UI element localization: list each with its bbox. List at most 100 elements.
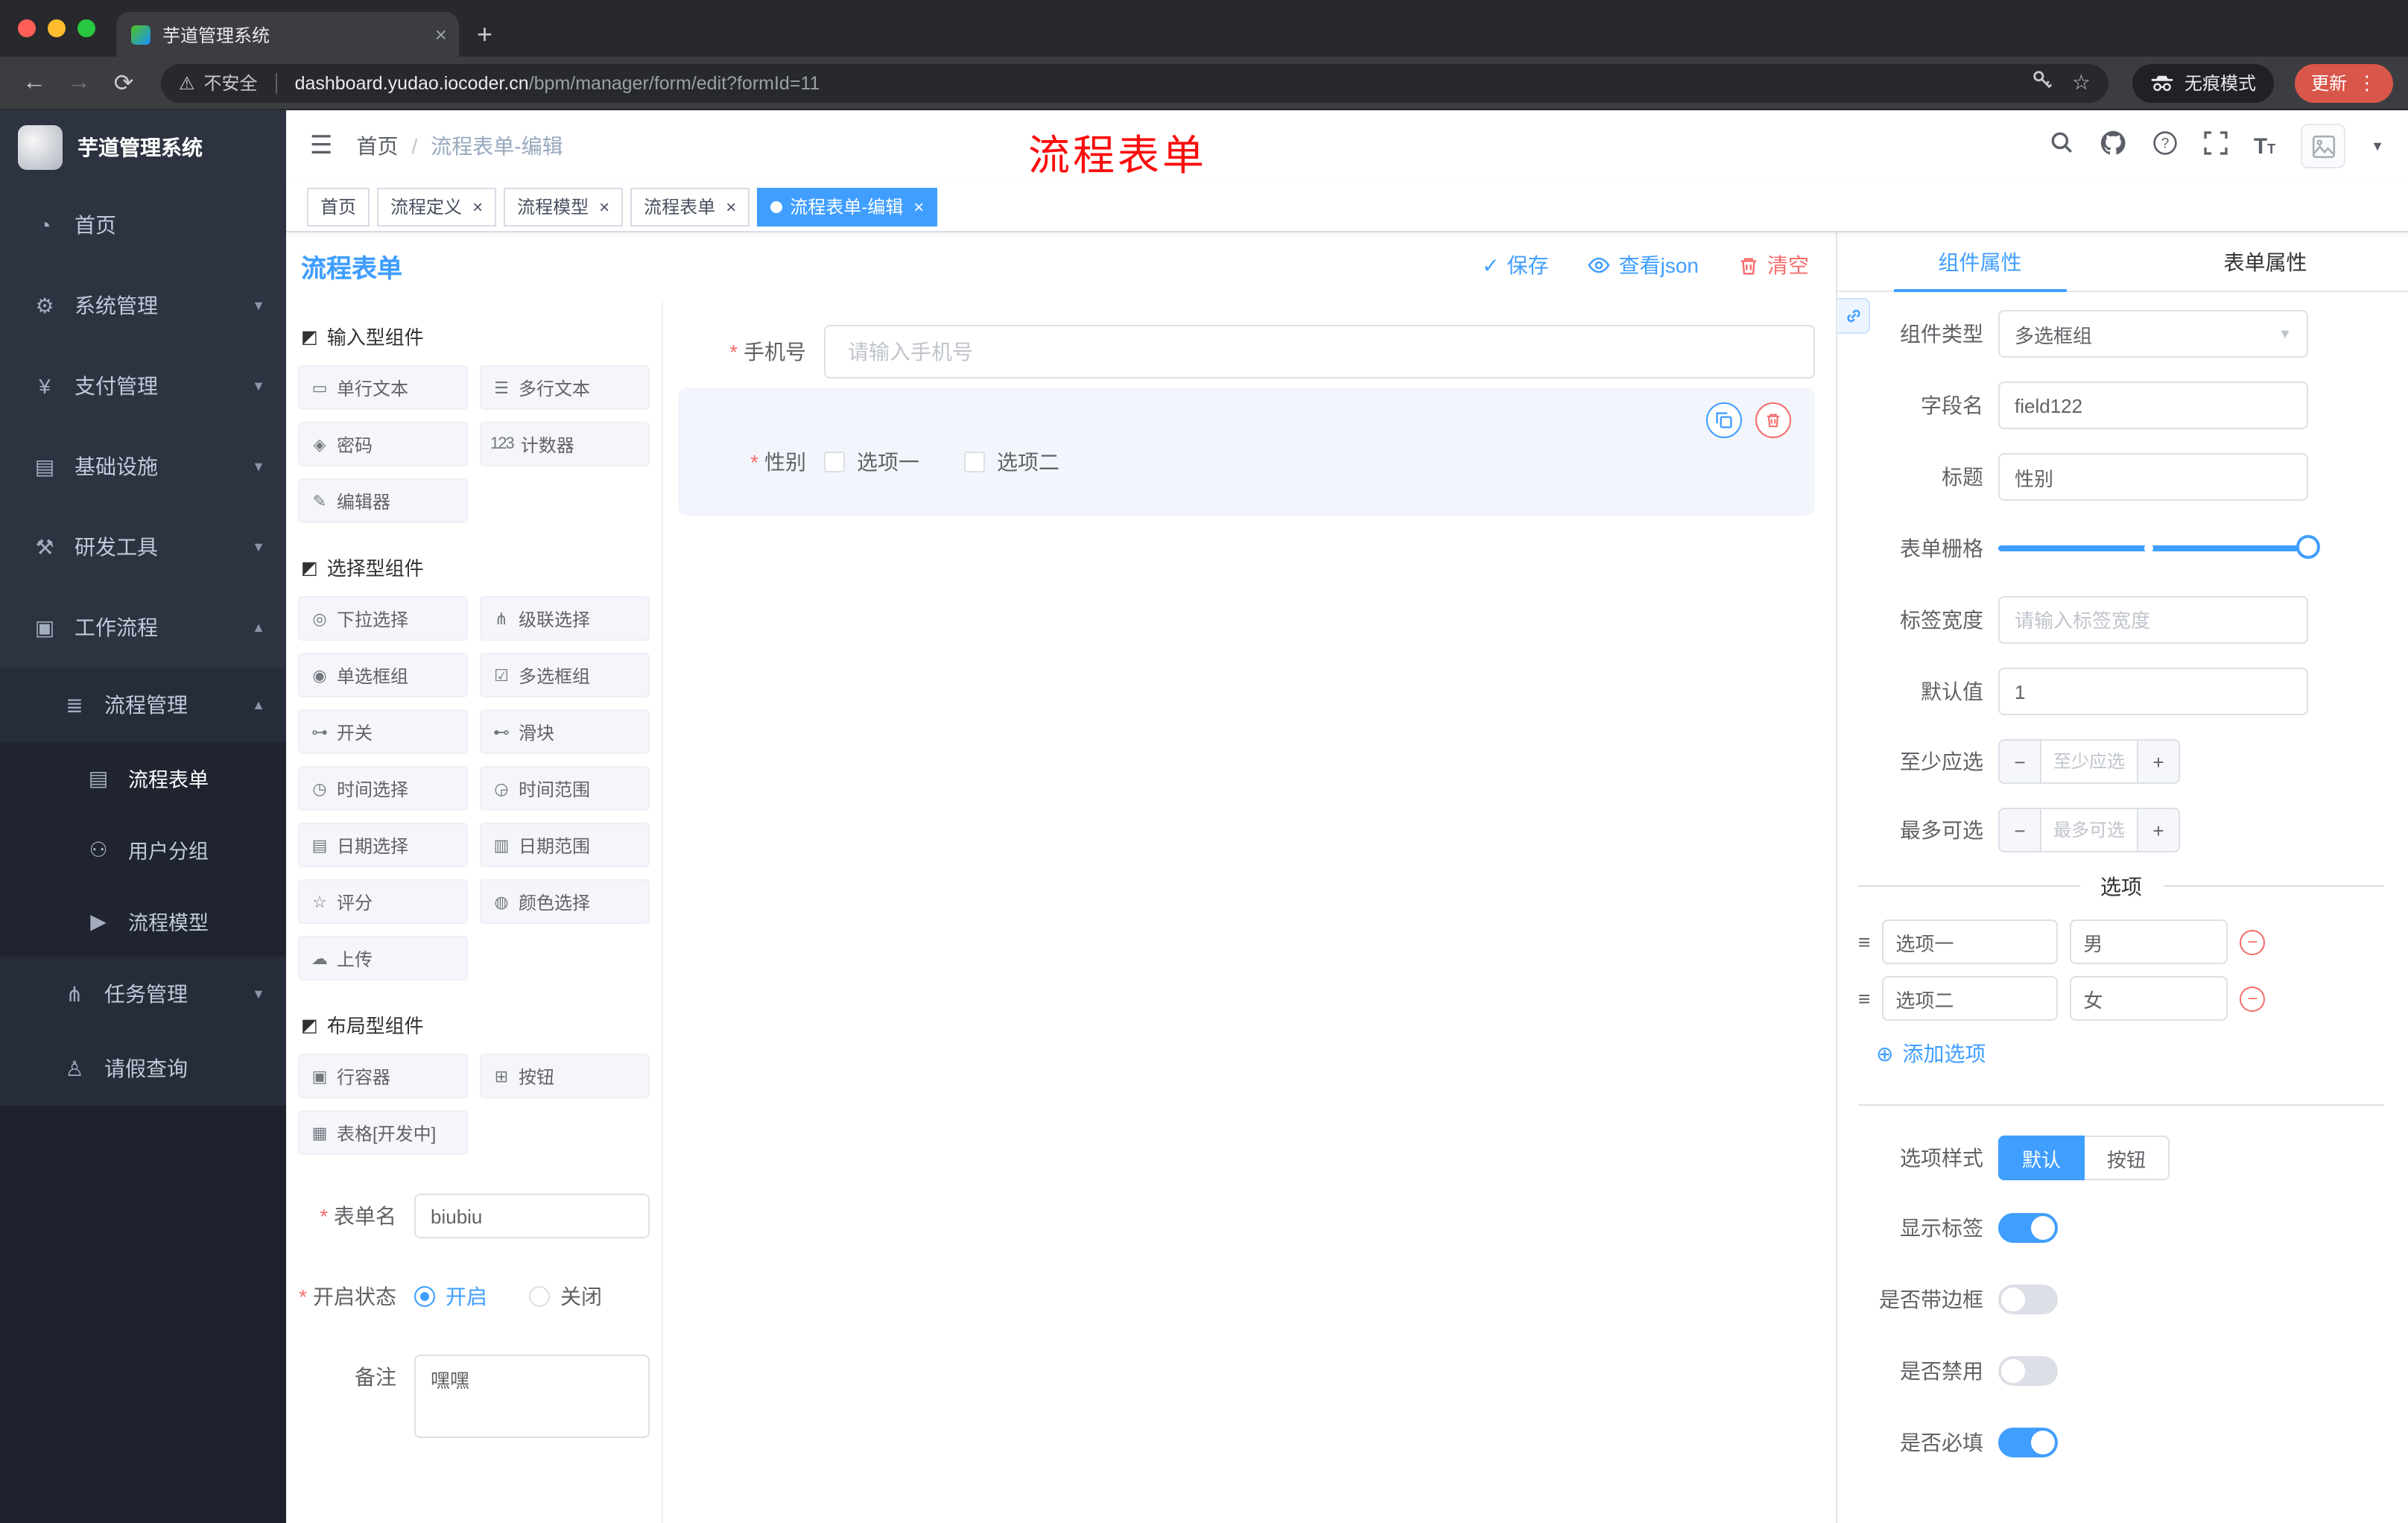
option-value-input[interactable] — [2070, 976, 2228, 1021]
tab-component-props[interactable]: 组件属性 — [1837, 232, 2123, 292]
browser-tab[interactable]: 芋道管理系统 × — [116, 12, 459, 57]
form-canvas[interactable]: 手机号 性别 选项一 — [663, 298, 1836, 1523]
palette-item-table[interactable]: ▦ 表格[开发中] — [298, 1110, 468, 1155]
palette-item-editor[interactable]: ✎ 编辑器 — [298, 478, 468, 523]
reload-icon[interactable]: ⟳ — [104, 68, 143, 98]
palette-item-upload[interactable]: ☁ 上传 — [298, 936, 468, 981]
max-select-input[interactable] — [2041, 809, 2137, 851]
tag-process-form-edit[interactable]: 流程表单-编辑 × — [757, 187, 938, 226]
tag-process-form[interactable]: 流程表单 × — [630, 187, 750, 226]
url-bar[interactable]: ⚠ 不安全 dashboard.yudao.iocoder.cn/bpm/man… — [161, 63, 2108, 102]
option-name-input[interactable] — [1882, 976, 2059, 1021]
palette-item-password[interactable]: ◈ 密码 — [298, 422, 468, 466]
tab-form-props[interactable]: 表单属性 — [2123, 232, 2408, 291]
sidebar-item-task-mgmt[interactable]: ⋔ 任务管理 ▼ — [0, 957, 286, 1031]
copy-item-button[interactable] — [1706, 402, 1742, 438]
palette-item-radio-group[interactable]: ◉ 单选框组 — [298, 653, 468, 697]
radio-open[interactable]: 开启 — [414, 1282, 487, 1311]
palette-item-color-picker[interactable]: ◍ 颜色选择 — [480, 879, 650, 924]
phone-input[interactable] — [824, 325, 1815, 379]
tab-close-icon[interactable]: × — [435, 24, 447, 45]
zoom-window-button[interactable] — [77, 19, 95, 37]
delete-item-button[interactable] — [1755, 402, 1791, 438]
show-label-switch[interactable] — [1998, 1213, 2058, 1243]
form-grid-slider[interactable] — [1998, 525, 2320, 572]
option-value-input[interactable] — [2070, 919, 2228, 964]
tag-process-definition[interactable]: 流程定义 × — [377, 187, 497, 226]
font-size-icon[interactable]: TT — [2254, 133, 2275, 159]
palette-item-date-picker[interactable]: ▤ 日期选择 — [298, 823, 468, 867]
avatar[interactable] — [2301, 124, 2346, 168]
sidebar-item-workflow[interactable]: ▣ 工作流程 ▲ — [0, 587, 286, 668]
palette-item-multi-line-text[interactable]: ☰ 多行文本 — [480, 365, 650, 410]
checkbox-option-2[interactable]: 选项二 — [964, 447, 1059, 477]
link-tag-icon[interactable] — [1837, 298, 1870, 334]
palette-item-rate[interactable]: ☆ 评分 — [298, 879, 468, 924]
help-icon[interactable]: ? — [2152, 129, 2179, 163]
drag-handle-icon[interactable]: ≡ — [1858, 930, 1870, 954]
component-type-select[interactable]: 多选框组 ▼ — [1998, 310, 2308, 358]
palette-item-checkbox-group[interactable]: ☑ 多选框组 — [480, 653, 650, 697]
palette-item-select[interactable]: ◎ 下拉选择 — [298, 596, 468, 641]
tag-process-model[interactable]: 流程模型 × — [504, 187, 624, 226]
canvas-field-phone[interactable]: 手机号 — [678, 325, 1815, 379]
password-key-icon[interactable] — [2032, 68, 2054, 98]
sidebar-item-process-form[interactable]: ▤ 流程表单 — [0, 742, 286, 814]
save-button[interactable]: ✓ 保存 — [1482, 250, 1548, 280]
palette-item-cascader[interactable]: ⋔ 级联选择 — [480, 596, 650, 641]
sidebar-item-payment-mgmt[interactable]: ¥ 支付管理 ▼ — [0, 346, 286, 426]
sidebar-item-leave-query[interactable]: ♙ 请假查询 — [0, 1031, 286, 1106]
sidebar-item-process-model[interactable]: ▶ 流程模型 — [0, 885, 286, 957]
minimize-window-button[interactable] — [48, 19, 66, 37]
slider-handle[interactable] — [2296, 535, 2320, 559]
label-width-input[interactable] — [1998, 596, 2308, 644]
tag-close-icon[interactable]: × — [599, 196, 609, 217]
back-icon[interactable]: ← — [15, 69, 54, 96]
add-option-button[interactable]: ⊕ 添加选项 — [1876, 1039, 2408, 1068]
sidebar-item-user-group[interactable]: ⚇ 用户分组 — [0, 814, 286, 885]
new-tab-button[interactable]: + — [477, 21, 492, 48]
forward-icon[interactable]: → — [60, 69, 98, 96]
tag-close-icon[interactable]: × — [726, 196, 736, 217]
view-json-button[interactable]: 查看json — [1588, 250, 1699, 280]
required-switch[interactable] — [1998, 1428, 2058, 1457]
plus-button[interactable]: + — [2137, 741, 2179, 782]
tag-close-icon[interactable]: × — [913, 196, 924, 217]
checkbox-option-1[interactable]: 选项一 — [824, 447, 919, 477]
radio-closed[interactable]: 关闭 — [529, 1282, 602, 1311]
sidebar-item-infrastructure[interactable]: ▤ 基础设施 ▼ — [0, 426, 286, 507]
min-select-input[interactable] — [2041, 741, 2137, 782]
palette-item-counter[interactable]: 123 计数器 — [480, 422, 650, 466]
palette-item-slider[interactable]: ⊷ 滑块 — [480, 709, 650, 754]
tag-home[interactable]: 首页 — [307, 187, 370, 226]
palette-item-button[interactable]: ⊞ 按钮 — [480, 1054, 650, 1098]
form-name-input[interactable] — [414, 1194, 650, 1238]
default-value-input[interactable] — [1998, 668, 2308, 715]
search-icon[interactable] — [2050, 130, 2075, 162]
remove-option-button[interactable]: − — [2240, 986, 2266, 1011]
palette-item-row-container[interactable]: ▣ 行容器 — [298, 1054, 468, 1098]
remove-option-button[interactable]: − — [2240, 929, 2266, 954]
minus-button[interactable]: − — [2000, 809, 2041, 851]
palette-item-date-range[interactable]: ▥ 日期范围 — [480, 823, 650, 867]
fullscreen-icon[interactable] — [2205, 130, 2228, 162]
border-switch[interactable] — [1998, 1285, 2058, 1314]
minus-button[interactable]: − — [2000, 741, 2041, 782]
disabled-switch[interactable] — [1998, 1356, 2058, 1386]
form-remark-input[interactable]: 嘿嘿 — [414, 1355, 650, 1438]
palette-item-switch[interactable]: ⊶ 开关 — [298, 709, 468, 754]
close-window-button[interactable] — [18, 19, 36, 37]
hamburger-icon[interactable]: ☰ — [310, 131, 333, 161]
breadcrumb-home[interactable]: 首页 — [357, 131, 399, 161]
browser-menu-icon[interactable]: ⋮ — [2357, 71, 2377, 95]
palette-item-time-range[interactable]: ◶ 时间范围 — [480, 766, 650, 811]
clear-button[interactable]: 清空 — [1737, 250, 1809, 280]
palette-item-single-line-text[interactable]: ▭ 单行文本 — [298, 365, 468, 410]
github-icon[interactable] — [2100, 129, 2127, 163]
caret-down-icon[interactable]: ▼ — [2371, 139, 2384, 153]
sidebar-item-home[interactable]: ◔ 首页 — [0, 185, 286, 265]
sidebar-item-process-mgmt[interactable]: ≣ 流程管理 ▲ — [0, 668, 286, 742]
bookmark-star-icon[interactable]: ☆ — [2072, 70, 2091, 95]
security-chip[interactable]: ⚠ 不安全 — [179, 70, 258, 95]
style-default-button[interactable]: 默认 — [1998, 1136, 2085, 1180]
